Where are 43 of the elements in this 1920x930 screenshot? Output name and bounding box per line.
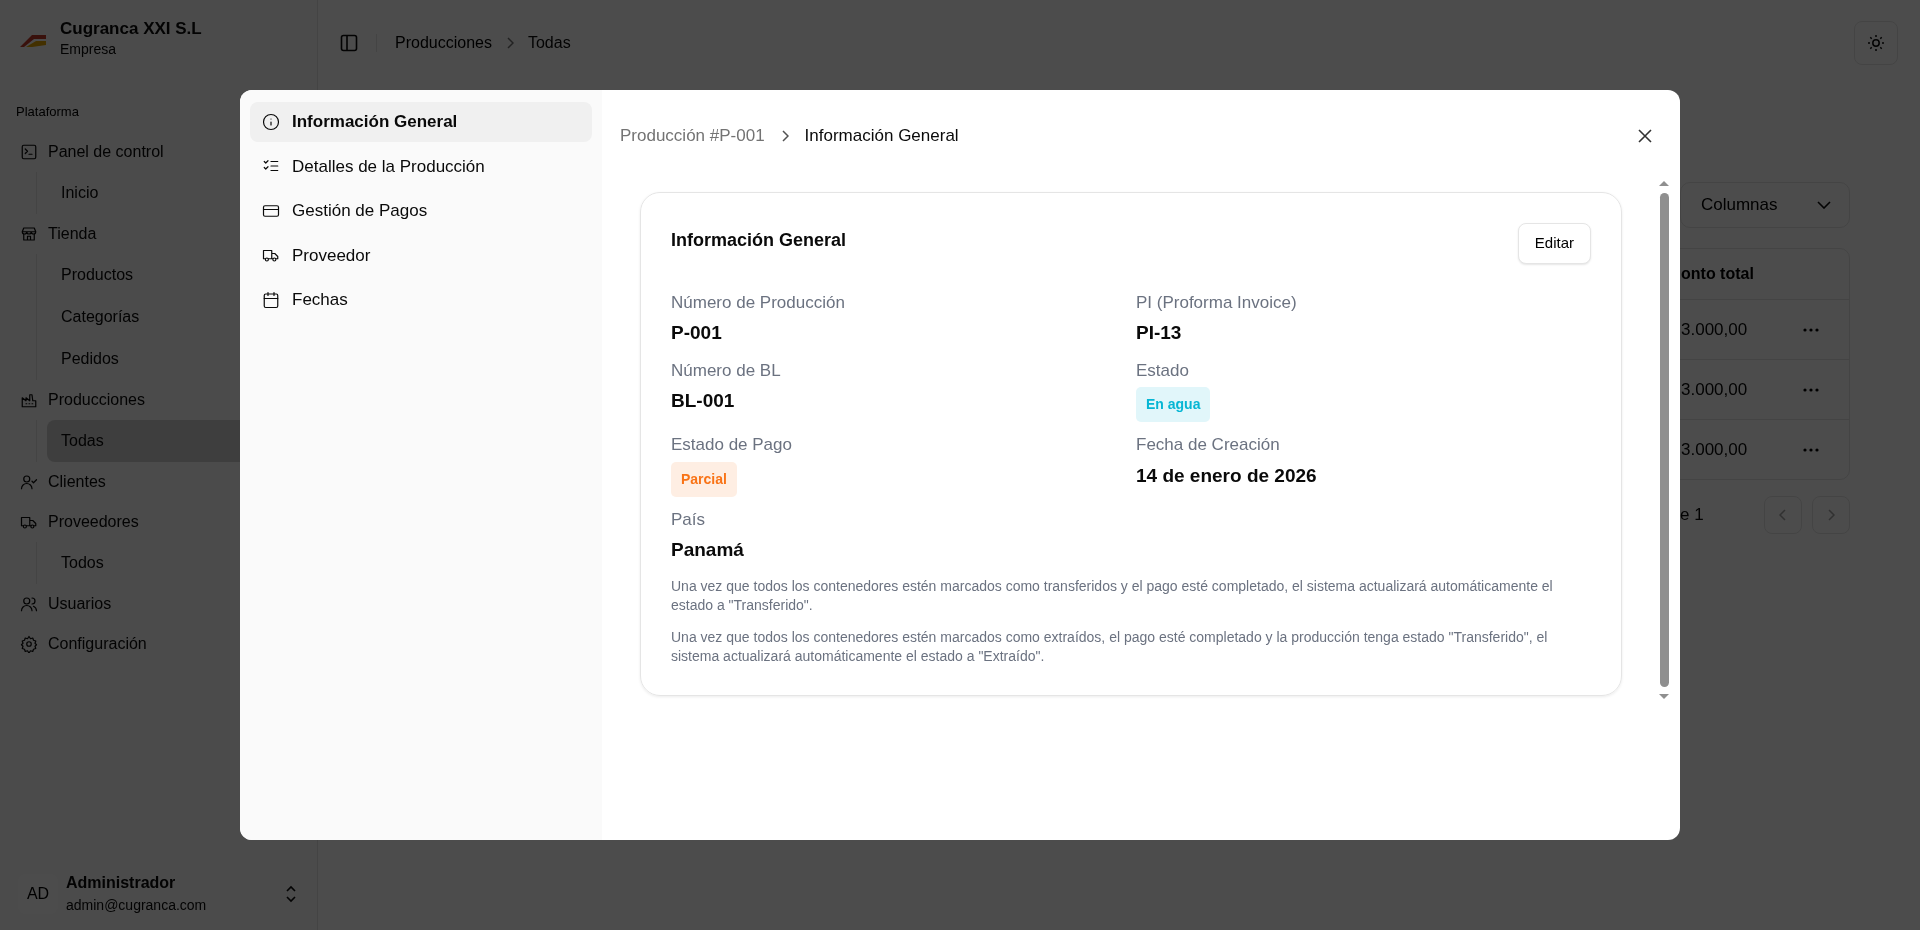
field-label: País [671,508,707,531]
table-cell-text: 3.000,00 [1681,378,1748,401]
group-label: Plataforma [16,103,79,121]
user-email: admin@cugranca.com [66,896,207,915]
column-header: onto total [1680,264,1755,284]
field-label: Estado de Pago [671,434,793,456]
field-label: PI (Proforma Invoice) [1136,291,1298,314]
info-note: Una vez que todos los contenedores estén marcados como extraídos, el pago esté completado y la producción tenga estado "Transferido", el sistema actualizará automáticamente el estado a "Extraído". [671,627,1549,667]
table-cell-text: 3.000,00 [1681,318,1748,341]
close-icon [1638,129,1652,143]
calendar-icon [262,290,280,309]
chevron-right-icon [780,130,789,142]
field-value: PI-13 [1136,321,1183,345]
breadcrumb-current: Información General [804,125,959,148]
company-name: Cugranca XXI S.L [60,20,202,39]
modal-nav-item[interactable]: Información General [250,102,592,142]
company-subtitle: Empresa [60,39,118,59]
field-label: Fecha de Creación [1136,434,1281,456]
status-badge: En agua [1136,387,1211,422]
user-name: Administrador [66,873,177,893]
info-note: Una vez que todos los contenedores estén marcados como transferidos y el pago esté completado, el sistema actualizará automáticamente el estado a "Transferido". [671,576,1554,616]
field-value: Panamá [671,538,745,562]
field-value: P-001 [671,321,723,345]
scroll-up-arrow-icon[interactable] [1658,180,1670,187]
scroll-down-arrow-icon[interactable] [1658,693,1670,700]
page-indicator: e 1 [1680,504,1704,527]
scrollbar-thumb[interactable] [1659,193,1669,687]
info-icon [262,112,280,131]
field-label: Número de Producción [671,291,846,314]
field-value: BL-001 [671,389,736,413]
breadcrumb-link[interactable]: Producción #P-001 [620,123,765,149]
field-value: 14 de enero de 2026 [1136,463,1318,488]
field-label: Número de BL [671,359,782,382]
modal-nav-item[interactable]: Fechas [250,280,592,320]
card-title: Información General [671,229,847,252]
breadcrumb-current: Todas [527,33,571,53]
modal-nav-item[interactable]: Detalles de la Producción [250,146,592,186]
modal-nav-item[interactable]: Gestión de Pagos [250,191,592,231]
modal-nav-item[interactable]: Proveedor [250,235,592,275]
status-badge: Parcial [671,461,737,497]
table-cell-text: 3.000,00 [1681,438,1748,461]
edit-button[interactable]: Editar [1517,223,1591,264]
field-label: Estado [1136,359,1190,382]
